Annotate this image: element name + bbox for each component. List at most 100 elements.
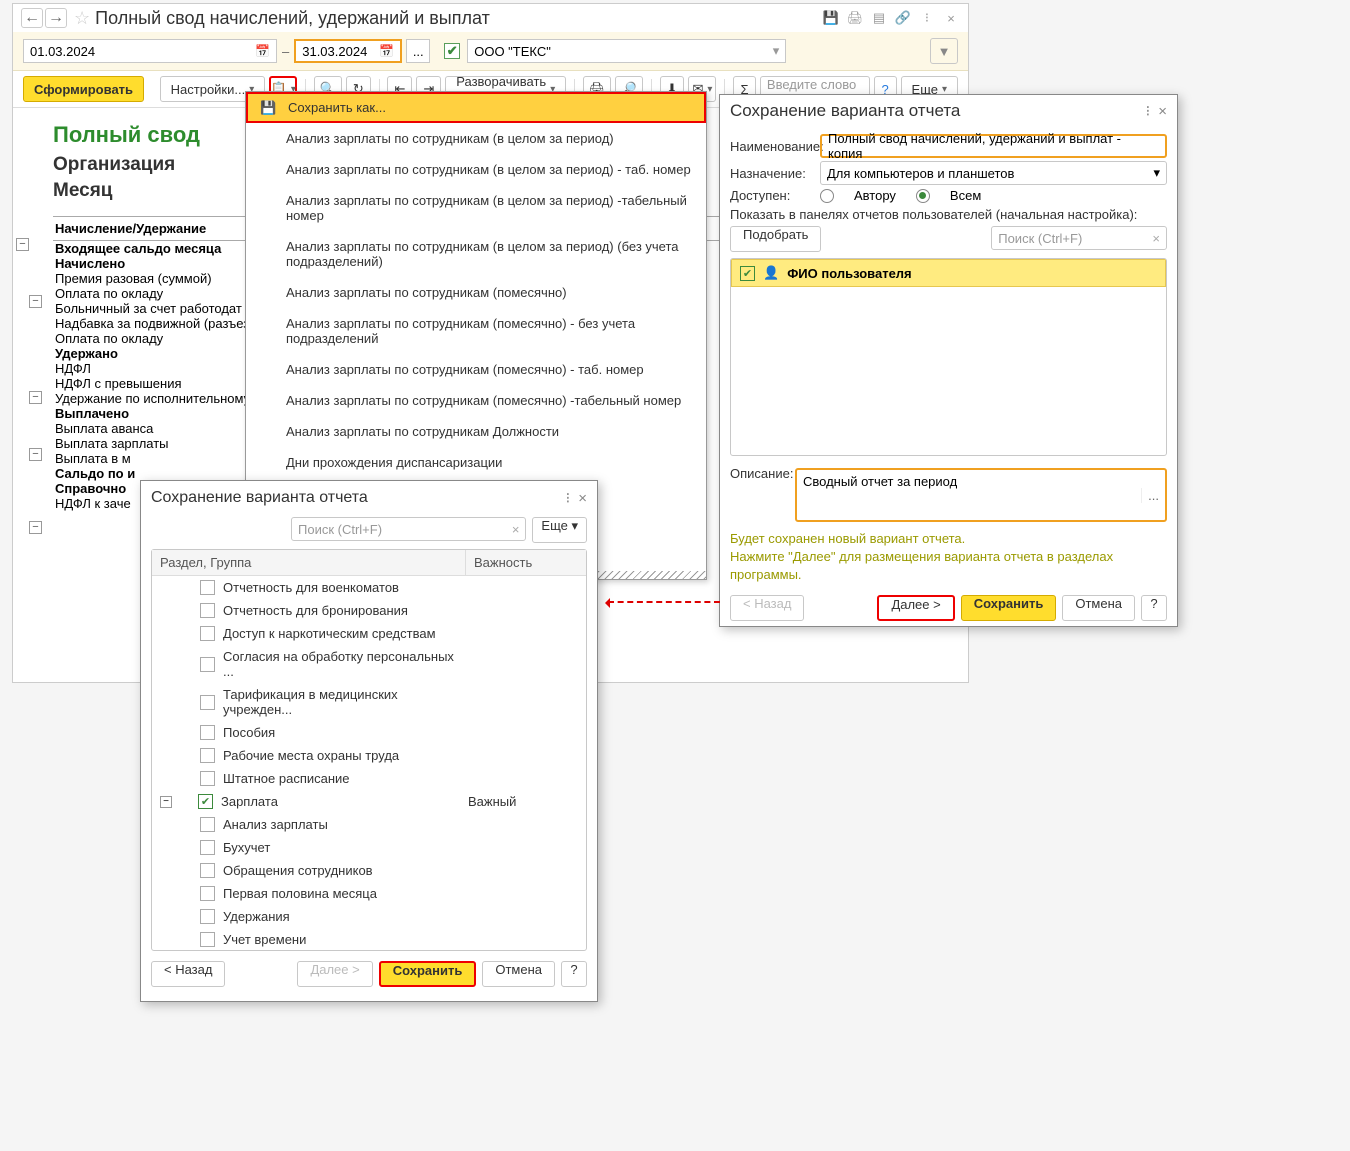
more-button[interactable]: Еще ▾ (532, 517, 587, 543)
print-icon[interactable]: 🖨 (846, 9, 864, 27)
close-icon[interactable]: × (578, 490, 587, 507)
section-row[interactable]: Тарификация в медицинских учрежден... (152, 683, 586, 721)
calendar-icon[interactable]: 📅 (255, 44, 270, 58)
save-as-menu-item[interactable]: 💾Сохранить как... (246, 92, 706, 123)
variant-menu-item[interactable]: Анализ зарплаты по сотрудникам (помесячн… (246, 277, 706, 308)
section-checkbox[interactable] (200, 932, 215, 947)
section-row[interactable]: Доступ к наркотическим средствам (152, 622, 586, 645)
sections-scroll[interactable]: Отчетность для военкоматовОтчетность для… (152, 576, 586, 950)
filter-funnel-button[interactable]: ▼ (930, 38, 958, 64)
name-input[interactable]: Полный свод начислений, удержаний и выпл… (820, 134, 1167, 158)
section-label: Пособия (223, 725, 468, 740)
kebab-menu-icon[interactable]: ⁝ (1145, 102, 1150, 120)
section-row[interactable]: Удержания (152, 905, 586, 928)
tree-toggle[interactable]: − (29, 521, 42, 534)
save-icon[interactable]: 💾 (822, 9, 840, 27)
importance-value: Важный (468, 794, 578, 809)
date-to-input[interactable]: 31.03.2024📅 (294, 39, 402, 63)
sections-table: Раздел, Группа Важность Отчетность для в… (151, 549, 587, 951)
tree-toggle[interactable]: − (29, 391, 42, 404)
kebab-menu-icon[interactable]: ⁝ (565, 489, 570, 507)
section-row[interactable]: −✔ЗарплатаВажный (152, 790, 586, 813)
save-button[interactable]: Сохранить (961, 595, 1057, 621)
section-checkbox[interactable] (200, 748, 215, 763)
section-checkbox[interactable] (200, 657, 215, 672)
parameters-bar: 01.03.2024📅 – 31.03.2024📅 ... ✔ ООО "ТЕК… (13, 32, 968, 71)
section-checkbox[interactable] (200, 817, 215, 832)
tree-toggle[interactable]: − (160, 796, 172, 808)
back-button[interactable]: < Назад (151, 961, 225, 987)
section-row[interactable]: Первая половина месяца (152, 882, 586, 905)
user-checkbox[interactable]: ✔ (740, 266, 755, 281)
section-row[interactable]: Согласия на обработку персональных ... (152, 645, 586, 683)
section-row[interactable]: Отчетность для военкоматов (152, 576, 586, 599)
nav-back-button[interactable]: ← (21, 8, 43, 28)
variant-menu-item[interactable]: Дни прохождения диспансаризации (246, 447, 706, 478)
person-icon: 👤 (763, 265, 779, 281)
section-checkbox[interactable] (200, 840, 215, 855)
kebab-menu-icon[interactable]: ⁝ (918, 9, 936, 27)
description-input[interactable]: Сводный отчет за период... (795, 468, 1167, 522)
variant-menu-item[interactable]: Анализ зарплаты по сотрудникам (помесячн… (246, 385, 706, 416)
section-row[interactable]: Анализ зарплаты (152, 813, 586, 836)
variant-menu-item[interactable]: Анализ зарплаты по сотрудникам (в целом … (246, 154, 706, 185)
section-checkbox[interactable] (200, 725, 215, 740)
generate-button[interactable]: Сформировать (23, 76, 144, 102)
section-label: Штатное расписание (223, 771, 468, 786)
section-search-input[interactable]: Поиск (Ctrl+F)× (291, 517, 526, 541)
section-row[interactable]: Обращения сотрудников (152, 859, 586, 882)
cancel-button[interactable]: Отмена (482, 961, 555, 987)
help-button[interactable]: ? (561, 961, 587, 987)
next-button[interactable]: Далее > (877, 595, 954, 621)
variant-menu-item[interactable]: Анализ зарплаты по сотрудникам (помесячн… (246, 354, 706, 385)
section-row[interactable]: Штатное расписание (152, 767, 586, 790)
save-button[interactable]: Сохранить (379, 961, 477, 987)
help-button[interactable]: ? (1141, 595, 1167, 621)
section-row[interactable]: Пособия (152, 721, 586, 744)
section-checkbox[interactable] (200, 909, 215, 924)
org-checkbox[interactable]: ✔ (444, 43, 460, 59)
user-search-input[interactable]: Поиск (Ctrl+F)× (991, 226, 1167, 250)
variant-menu-item[interactable]: Анализ зарплаты по сотрудникам (в целом … (246, 231, 706, 277)
tree-toggle[interactable]: − (29, 448, 42, 461)
calendar-icon[interactable]: 📅 (379, 44, 394, 58)
section-checkbox[interactable] (200, 580, 215, 595)
section-label: Удержания (223, 909, 468, 924)
nav-forward-button[interactable]: → (45, 8, 67, 28)
all-radio[interactable] (916, 189, 930, 203)
save-icon: 💾 (260, 100, 276, 116)
section-checkbox[interactable] (200, 626, 215, 641)
favorite-icon[interactable]: ☆ (74, 8, 90, 29)
section-checkbox[interactable] (200, 886, 215, 901)
user-list-item[interactable]: ✔ 👤 ФИО пользователя (731, 259, 1166, 287)
assignment-select[interactable]: Для компьютеров и планшетов▾ (820, 161, 1167, 185)
section-checkbox[interactable] (200, 603, 215, 618)
section-checkbox[interactable]: ✔ (198, 794, 213, 809)
section-row[interactable]: Отчетность для бронирования (152, 599, 586, 622)
section-checkbox[interactable] (200, 695, 215, 710)
close-icon[interactable]: × (1158, 103, 1167, 120)
next-button[interactable]: Далее > (297, 961, 372, 987)
section-row[interactable]: Рабочие места охраны труда (152, 744, 586, 767)
document-icon[interactable]: ▤ (870, 9, 888, 27)
tree-toggle[interactable]: − (29, 295, 42, 308)
tree-toggle[interactable]: − (16, 238, 29, 251)
variant-menu-item[interactable]: Анализ зарплаты по сотрудникам (в целом … (246, 123, 706, 154)
section-checkbox[interactable] (200, 863, 215, 878)
date-from-input[interactable]: 01.03.2024📅 (23, 39, 277, 63)
variant-menu-item[interactable]: Анализ зарплаты по сотрудникам (помесячн… (246, 308, 706, 354)
section-row[interactable]: Учет времени (152, 928, 586, 950)
period-picker-button[interactable]: ... (406, 39, 430, 63)
variant-menu-item[interactable]: Анализ зарплаты по сотрудникам Должности (246, 416, 706, 447)
author-radio[interactable] (820, 189, 834, 203)
section-checkbox[interactable] (200, 771, 215, 786)
link-icon[interactable]: 🔗 (894, 9, 912, 27)
organization-select[interactable]: ООО "ТЕКС"▾ (467, 39, 786, 63)
expand-text-icon[interactable]: ... (1141, 488, 1159, 503)
pick-button[interactable]: Подобрать (730, 226, 821, 252)
cancel-button[interactable]: Отмена (1062, 595, 1135, 621)
section-row[interactable]: Бухучет (152, 836, 586, 859)
variant-menu-item[interactable]: Анализ зарплаты по сотрудникам (в целом … (246, 185, 706, 231)
close-icon[interactable]: × (942, 9, 960, 27)
back-button[interactable]: < Назад (730, 595, 804, 621)
